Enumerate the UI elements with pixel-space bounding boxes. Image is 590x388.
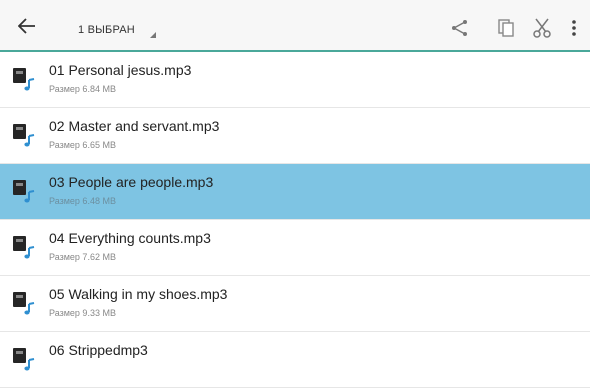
file-row[interactable]: 04 Everything counts.mp3 Размер 7.62 MB bbox=[0, 220, 590, 276]
file-list: 01 Personal jesus.mp3 Размер 6.84 MB 02 … bbox=[0, 52, 590, 388]
arrow-left-icon bbox=[18, 18, 35, 34]
music-file-icon bbox=[13, 236, 35, 259]
file-name: 06 Strippedmp3 bbox=[49, 342, 148, 358]
more-button[interactable] bbox=[566, 16, 582, 40]
file-size: Размер 6.84 MB bbox=[49, 84, 116, 94]
file-size: Размер 9.33 MB bbox=[49, 308, 116, 318]
file-name: 05 Walking in my shoes.mp3 bbox=[49, 286, 228, 302]
file-name: 01 Personal jesus.mp3 bbox=[49, 62, 192, 78]
share-button[interactable] bbox=[448, 16, 472, 40]
copy-icon bbox=[498, 19, 514, 37]
file-row[interactable]: 01 Personal jesus.mp3 Размер 6.84 MB bbox=[0, 52, 590, 108]
toolbar: 1 ВЫБРАН bbox=[0, 0, 590, 52]
more-vertical-icon bbox=[572, 20, 576, 36]
share-icon bbox=[452, 20, 467, 36]
back-button[interactable] bbox=[14, 14, 40, 38]
file-row[interactable]: 05 Walking in my shoes.mp3 Размер 9.33 M… bbox=[0, 276, 590, 332]
file-size: Размер 6.48 MB bbox=[49, 196, 116, 206]
file-row[interactable]: 02 Master and servant.mp3 Размер 6.65 MB bbox=[0, 108, 590, 164]
file-name: 04 Everything counts.mp3 bbox=[49, 230, 211, 246]
copy-button[interactable] bbox=[494, 16, 518, 40]
music-file-icon bbox=[13, 124, 35, 147]
cut-button[interactable] bbox=[530, 16, 554, 40]
file-name: 03 People are people.mp3 bbox=[49, 174, 214, 190]
music-file-icon bbox=[13, 180, 35, 203]
music-file-icon bbox=[13, 292, 35, 315]
file-size: Размер 6.65 MB bbox=[49, 140, 116, 150]
selection-count: 1 ВЫБРАН bbox=[78, 24, 135, 36]
file-size: Размер 7.62 MB bbox=[49, 252, 116, 262]
dropdown-caret-icon bbox=[150, 32, 156, 38]
selection-dropdown[interactable]: 1 ВЫБРАН bbox=[78, 20, 156, 44]
file-row[interactable]: 06 Strippedmp3 bbox=[0, 332, 590, 388]
file-name: 02 Master and servant.mp3 bbox=[49, 118, 220, 134]
file-row-selected[interactable]: 03 People are people.mp3 Размер 6.48 MB bbox=[0, 164, 590, 220]
music-file-icon bbox=[13, 348, 35, 371]
music-file-icon bbox=[13, 68, 35, 91]
scissors-icon bbox=[533, 18, 551, 38]
